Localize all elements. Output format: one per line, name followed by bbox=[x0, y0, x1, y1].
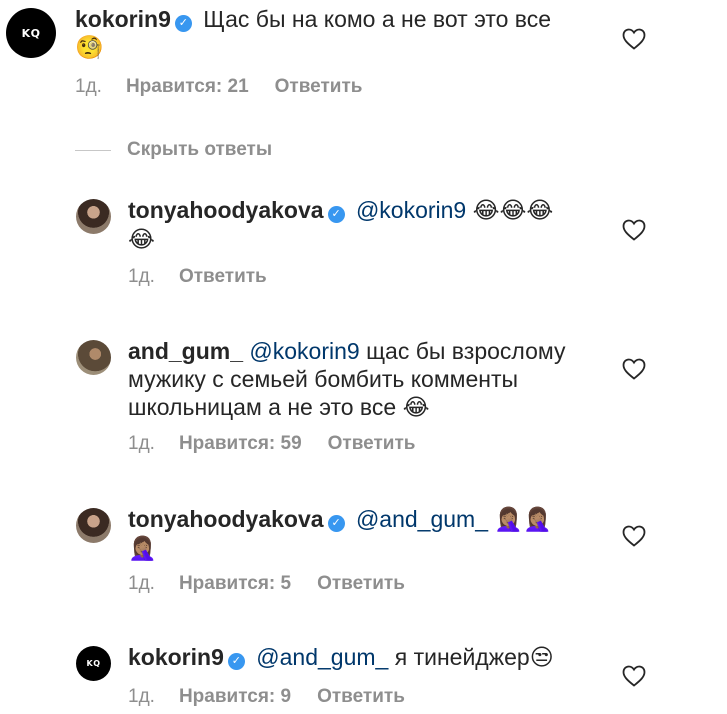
comment-meta: 1д. Нравится: 59 Ответить bbox=[128, 433, 441, 455]
timestamp: 1д. bbox=[128, 266, 155, 287]
heart-outline-icon[interactable] bbox=[622, 358, 646, 380]
mention-link[interactable]: @and_gum_ bbox=[256, 644, 388, 670]
emoji: 😂 bbox=[128, 227, 155, 253]
verified-badge-icon: ✓ bbox=[327, 206, 345, 223]
comment-body: tonyahoodyakova ✓ @kokorin9 😂😂😂 😂 bbox=[128, 196, 598, 254]
mention-link[interactable]: @kokorin9 bbox=[356, 197, 466, 223]
comment-meta: 1д. Нравится: 9 Ответить bbox=[128, 686, 431, 708]
comment-body: kokorin9 ✓ Щас бы на комо а не вот это вс… bbox=[75, 5, 635, 62]
hide-replies-toggle[interactable]: Скрыть ответы bbox=[75, 139, 272, 161]
verified-badge-icon: ✓ bbox=[327, 515, 345, 532]
reply-button[interactable]: Ответить bbox=[317, 573, 405, 594]
verified-badge-icon: ✓ bbox=[227, 653, 245, 670]
comment-meta: 1д. Нравится: 5 Ответить bbox=[128, 573, 431, 595]
emoji: 😂 bbox=[402, 395, 430, 421]
reply-button[interactable]: Ответить bbox=[179, 266, 267, 287]
emoji: 😂😂😂 bbox=[472, 198, 554, 224]
timestamp: 1д. bbox=[128, 686, 155, 707]
comment-body: tonyahoodyakova ✓ @and_gum_ 🤦🏽‍♀️🤦🏽‍♀️ 🤦🏽… bbox=[128, 505, 598, 563]
comment-text: я тинейджер bbox=[394, 644, 530, 670]
mention-link[interactable]: @kokorin9 bbox=[249, 338, 359, 364]
verified-badge-icon: ✓ bbox=[174, 15, 192, 32]
username[interactable]: kokorin9 bbox=[128, 644, 224, 670]
avatar[interactable] bbox=[76, 340, 111, 375]
timestamp: 1д. bbox=[75, 76, 102, 97]
divider bbox=[75, 149, 111, 151]
avatar[interactable] bbox=[76, 199, 111, 234]
reply-button[interactable]: Ответить bbox=[317, 686, 405, 707]
heart-outline-icon[interactable] bbox=[622, 665, 646, 687]
heart-outline-icon[interactable] bbox=[622, 219, 646, 241]
comment-body: kokorin9 ✓ @and_gum_ я тинейджер😒 bbox=[128, 643, 598, 672]
hide-replies-label[interactable]: Скрыть ответы bbox=[127, 139, 272, 161]
emoji: 🤦🏽‍♀️ bbox=[128, 536, 157, 562]
emoji: 😒 bbox=[529, 645, 554, 671]
username[interactable]: tonyahoodyakova bbox=[128, 506, 324, 532]
timestamp: 1д. bbox=[128, 573, 155, 594]
comment-body: and_gum_ @kokorin9 щас бы взрослому мужи… bbox=[128, 337, 598, 422]
username[interactable]: and_gum_ bbox=[128, 338, 243, 364]
likes-count[interactable]: Нравится: 59 bbox=[179, 433, 302, 454]
reply-button[interactable]: Ответить bbox=[328, 433, 416, 454]
comment-meta: 1д. Ответить bbox=[128, 266, 293, 288]
timestamp: 1д. bbox=[128, 433, 155, 454]
mention-link[interactable]: @and_gum_ bbox=[356, 506, 488, 532]
comment-text: Щас бы на комо а не вот это все bbox=[203, 6, 552, 32]
likes-count[interactable]: Нравится: 5 bbox=[179, 573, 291, 594]
emoji: 🧐 bbox=[75, 35, 104, 61]
reply-button[interactable]: Ответить bbox=[275, 76, 363, 97]
avatar[interactable] bbox=[76, 508, 111, 543]
avatar[interactable]: KQ bbox=[76, 646, 111, 681]
username[interactable]: tonyahoodyakova bbox=[128, 197, 324, 223]
avatar[interactable]: KQ bbox=[6, 8, 56, 58]
heart-outline-icon[interactable] bbox=[622, 28, 646, 50]
heart-outline-icon[interactable] bbox=[622, 525, 646, 547]
comment-meta: 1д. Нравится: 21 Ответить bbox=[75, 76, 388, 98]
emoji: 🤦🏽‍♀️🤦🏽‍♀️ bbox=[494, 507, 552, 533]
likes-count[interactable]: Нравится: 9 bbox=[179, 686, 291, 707]
username[interactable]: kokorin9 bbox=[75, 6, 171, 32]
likes-count[interactable]: Нравится: 21 bbox=[126, 76, 249, 97]
